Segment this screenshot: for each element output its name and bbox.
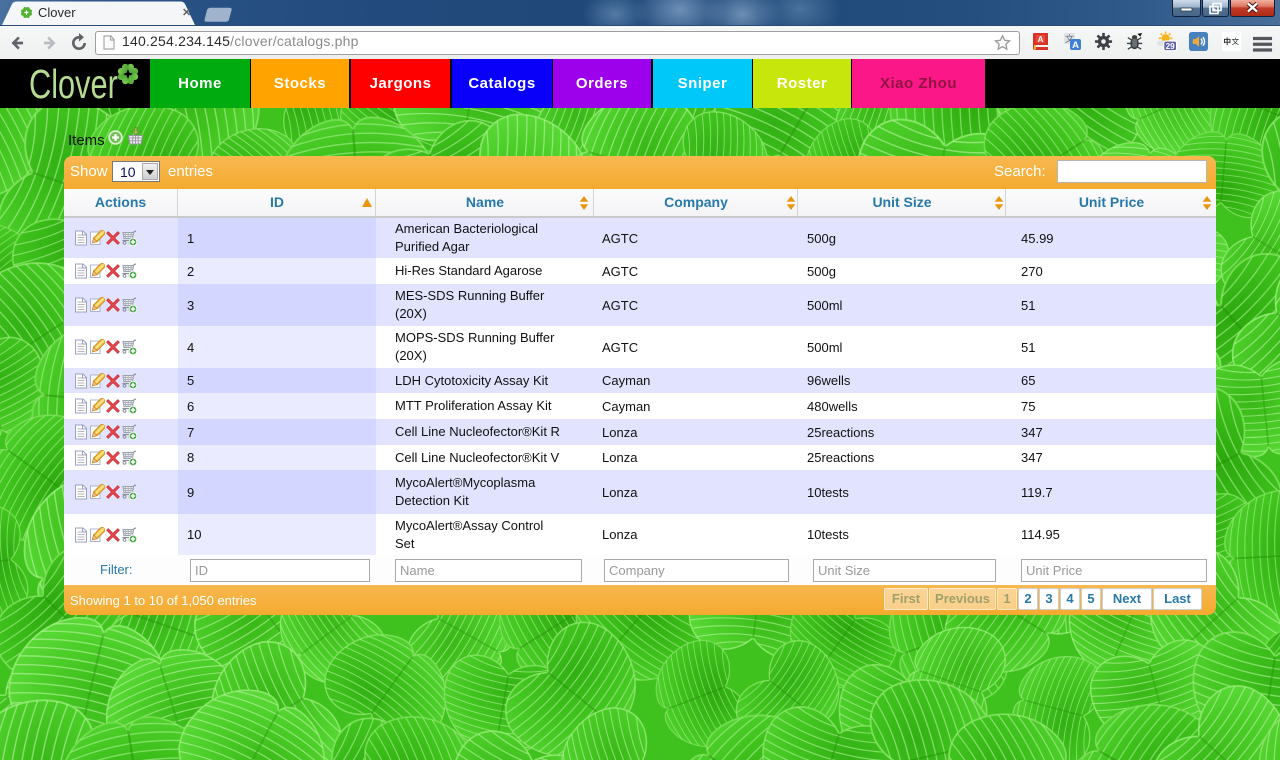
svg-text:中: 中 [1223,36,1231,46]
svg-text:文: 文 [1231,36,1239,46]
svg-text:A: A [1072,40,1079,51]
svg-text:29: 29 [1166,42,1176,51]
svg-text:A: A [1038,35,1044,44]
